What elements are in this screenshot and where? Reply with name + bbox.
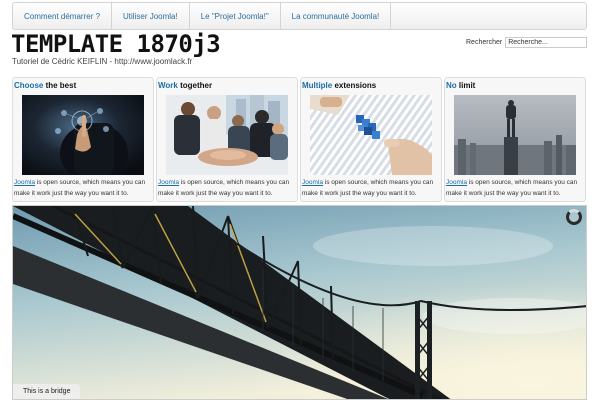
- search-label: Rechercher: [466, 39, 503, 46]
- feature-image-touchscreen: [22, 95, 144, 175]
- feature-image-puzzle: [310, 95, 432, 175]
- joomla-link[interactable]: Joomla: [158, 179, 179, 186]
- slide-caption: This is a bridge: [13, 384, 81, 399]
- feature-title-accent: Multiple: [302, 81, 333, 90]
- feature-title: Work together: [158, 81, 212, 90]
- feature-image-city: [454, 95, 576, 175]
- feature-text: Joomla is open source, which means you c…: [446, 177, 586, 199]
- feature-text: Joomla is open source, which means you c…: [302, 177, 442, 199]
- feature-title-accent: Choose: [14, 81, 44, 90]
- search-input[interactable]: [505, 37, 588, 48]
- feature-box-work: Work together Joomla is open source, whi…: [156, 77, 298, 202]
- feature-title: Multiple extensions: [302, 81, 376, 90]
- feature-box-multiple: Multiple extensions Joomla is open sourc…: [300, 77, 442, 202]
- joomla-link[interactable]: Joomla: [446, 179, 467, 186]
- top-menu: Comment démarrer ? Utiliser Joomla! Le "…: [12, 2, 587, 30]
- menu-item-using-joomla[interactable]: Utiliser Joomla!: [112, 3, 190, 29]
- joomla-link[interactable]: Joomla: [14, 179, 35, 186]
- feature-title-rest: extensions: [332, 81, 377, 90]
- feature-title-rest: limit: [456, 81, 476, 90]
- slider-loading-icon: [566, 209, 582, 225]
- feature-title: Choose the best: [14, 81, 76, 90]
- feature-title-accent: No: [446, 81, 457, 90]
- menu-item-joomla-community[interactable]: La communauté Joomla!: [281, 3, 392, 29]
- menu-item-getting-started[interactable]: Comment démarrer ?: [13, 3, 113, 29]
- site-title: TEMPLATE 1870j3: [11, 30, 221, 58]
- feature-title-rest: together: [177, 81, 213, 90]
- feature-box-choose: Choose the best Joomla is open source, w…: [12, 77, 154, 202]
- image-slider[interactable]: This is a bridge: [12, 205, 587, 400]
- feature-image-team: [166, 95, 288, 175]
- feature-title-rest: the best: [43, 81, 77, 90]
- feature-title-accent: Work: [158, 81, 178, 90]
- menu-item-joomla-project[interactable]: Le "Projet Joomla!": [190, 3, 281, 29]
- slide-image-bridge: [13, 206, 586, 399]
- feature-box-no-limit: No limit Joomla is open source, which me…: [444, 77, 586, 202]
- joomla-link[interactable]: Joomla: [302, 179, 323, 186]
- search-module: Rechercher: [466, 37, 588, 48]
- feature-text: Joomla is open source, which means you c…: [158, 177, 298, 199]
- feature-text: Joomla is open source, which means you c…: [14, 177, 154, 199]
- feature-title: No limit: [446, 81, 475, 90]
- site-subtitle: Tutoriel de Cédric KEIFLIN - http://www.…: [12, 57, 193, 66]
